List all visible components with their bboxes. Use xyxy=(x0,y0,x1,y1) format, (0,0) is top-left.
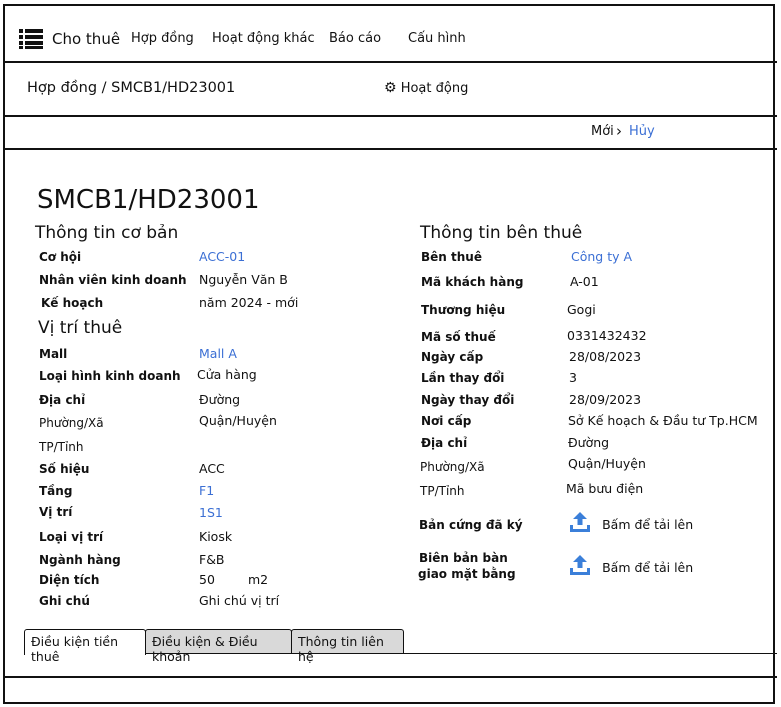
basic-info-heading: Thông tin cơ bản xyxy=(35,223,179,243)
co-hoi-label: Cơ hội xyxy=(39,250,82,264)
tab-dieu-kien-tien-thue[interactable]: Điều kiện tiền thuê xyxy=(24,629,146,664)
upload-signed-copy[interactable]: Bấm để tải lên xyxy=(568,510,693,538)
upload-icon xyxy=(568,553,592,581)
vi-tri-label: Vị trí xyxy=(39,505,73,519)
upload-handover-minutes[interactable]: Bấm để tải lên xyxy=(568,553,693,581)
ngay-cap-label: Ngày cấp xyxy=(421,350,484,364)
tenant-phuong-label: Phường/Xã xyxy=(420,460,485,474)
ben-thue-label: Bên thuê xyxy=(421,250,482,264)
ma-kh-value: A-01 xyxy=(570,274,599,289)
vi-tri-link[interactable]: 1S1 xyxy=(199,505,223,520)
thuong-hieu-label: Thương hiệu xyxy=(421,303,506,317)
so-hieu-label: Số hiệu xyxy=(39,462,90,476)
tang-label: Tầng xyxy=(39,484,73,498)
co-hoi-link[interactable]: ACC-01 xyxy=(199,249,245,264)
bottom-divider xyxy=(3,676,777,678)
loai-hinh-value: Cửa hàng xyxy=(197,367,257,382)
so-hieu-value: ACC xyxy=(199,461,225,476)
nganh-hang-value: F&B xyxy=(199,552,225,567)
noi-cap-label: Nơi cấp xyxy=(421,414,472,428)
loai-vi-tri-value: Kiosk xyxy=(199,529,233,544)
bien-ban-label-line2: giao mặt bằng xyxy=(418,567,516,581)
tenant-dia-chi-label: Địa chỉ xyxy=(421,436,468,450)
upload-icon xyxy=(568,510,592,538)
nganh-hang-label: Ngành hàng xyxy=(39,553,121,567)
app-frame xyxy=(3,4,775,704)
tenant-tp-label: TP/Tỉnh xyxy=(420,484,465,498)
gear-icon: ⚙ xyxy=(384,80,397,96)
location-heading: Vị trí thuê xyxy=(38,318,123,338)
ngay-thay-doi-label: Ngày thay đổi xyxy=(421,393,515,407)
bien-ban-label-line1: Biên bản bàn xyxy=(419,551,508,565)
mall-label: Mall xyxy=(39,347,68,361)
upload-label: Bấm để tải lên xyxy=(602,559,694,575)
tang-link[interactable]: F1 xyxy=(199,483,214,498)
tab-thong-tin-lien-he[interactable]: Thông tin liên hệ xyxy=(291,629,404,664)
lan-thay-doi-value: 3 xyxy=(569,370,577,385)
action-divider xyxy=(3,148,777,150)
nav-divider xyxy=(3,61,777,63)
tenant-dia-chi-value: Đường xyxy=(568,435,610,450)
loai-hinh-label: Loại hình kinh doanh xyxy=(39,369,181,383)
activity-button[interactable]: ⚙ Hoạt động xyxy=(384,80,468,96)
tenant-info-heading: Thông tin bên thuê xyxy=(420,223,583,243)
nvkd-value: Nguyễn Văn B xyxy=(199,272,288,287)
dien-tich-label: Diện tích xyxy=(39,573,100,587)
cancel-button[interactable]: Hủy xyxy=(629,124,655,139)
dien-tich-value: 50 xyxy=(199,572,215,587)
ngay-cap-value: 28/08/2023 xyxy=(569,349,642,364)
nav-item-hoat-dong-khac[interactable]: Hoạt động khác xyxy=(212,31,315,46)
phuong-label: Phường/Xã xyxy=(39,416,104,430)
ban-cung-label: Bản cứng đã ký xyxy=(419,518,523,532)
thuong-hieu-value: Gogi xyxy=(567,302,596,317)
ke-hoach-value: năm 2024 - mới xyxy=(199,295,299,310)
ke-hoach-label: Kế hoạch xyxy=(41,296,104,310)
mall-link[interactable]: Mall A xyxy=(199,346,237,361)
menu-icon[interactable] xyxy=(19,28,43,50)
tp-label: TP/Tỉnh xyxy=(39,440,84,454)
chevron-right-icon: › xyxy=(616,122,622,140)
loai-vi-tri-label: Loại vị trí xyxy=(39,530,104,544)
ben-thue-link[interactable]: Công ty A xyxy=(571,249,632,264)
activity-label: Hoạt động xyxy=(400,81,469,96)
quan-value: Quận/Huyện xyxy=(199,413,277,428)
tenant-quan-value: Quận/Huyện xyxy=(568,456,646,471)
mst-label: Mã số thuế xyxy=(421,330,496,344)
tab-dieu-kien-dieu-khoan[interactable]: Điều kiện & Điều khoản xyxy=(145,629,292,664)
dia-chi-value: Đường xyxy=(199,392,241,407)
dia-chi-label: Địa chỉ xyxy=(39,393,86,407)
nav-item-bao-cao[interactable]: Báo cáo xyxy=(329,31,381,46)
dien-tich-unit: m2 xyxy=(248,572,269,587)
nav-item-cau-hinh[interactable]: Cấu hình xyxy=(408,31,466,46)
page-title: SMCB1/HD23001 xyxy=(37,185,260,215)
noi-cap-value: Sở Kế hoạch & Đầu tư Tp.HCM xyxy=(568,413,758,428)
ghi-chu-value: Ghi chú vị trí xyxy=(199,593,280,608)
lan-thay-doi-label: Lần thay đổi xyxy=(421,371,505,385)
new-button[interactable]: Mới xyxy=(591,124,614,139)
breadcrumb[interactable]: Hợp đồng / SMCB1/HD23001 xyxy=(27,80,235,96)
ghi-chu-label: Ghi chú xyxy=(39,594,90,608)
nav-app-title[interactable]: Cho thuê xyxy=(52,30,120,48)
breadcrumb-divider xyxy=(3,115,777,117)
mst-value: 0331432432 xyxy=(567,328,647,343)
nvkd-label: Nhân viên kinh doanh xyxy=(39,273,187,287)
upload-label: Bấm để tải lên xyxy=(602,516,694,532)
ma-kh-label: Mã khách hàng xyxy=(421,275,524,289)
nav-item-hop-dong[interactable]: Hợp đồng xyxy=(131,31,194,46)
ngay-thay-doi-value: 28/09/2023 xyxy=(569,392,642,407)
ma-buu-dien-value: Mã bưu điện xyxy=(566,481,644,496)
